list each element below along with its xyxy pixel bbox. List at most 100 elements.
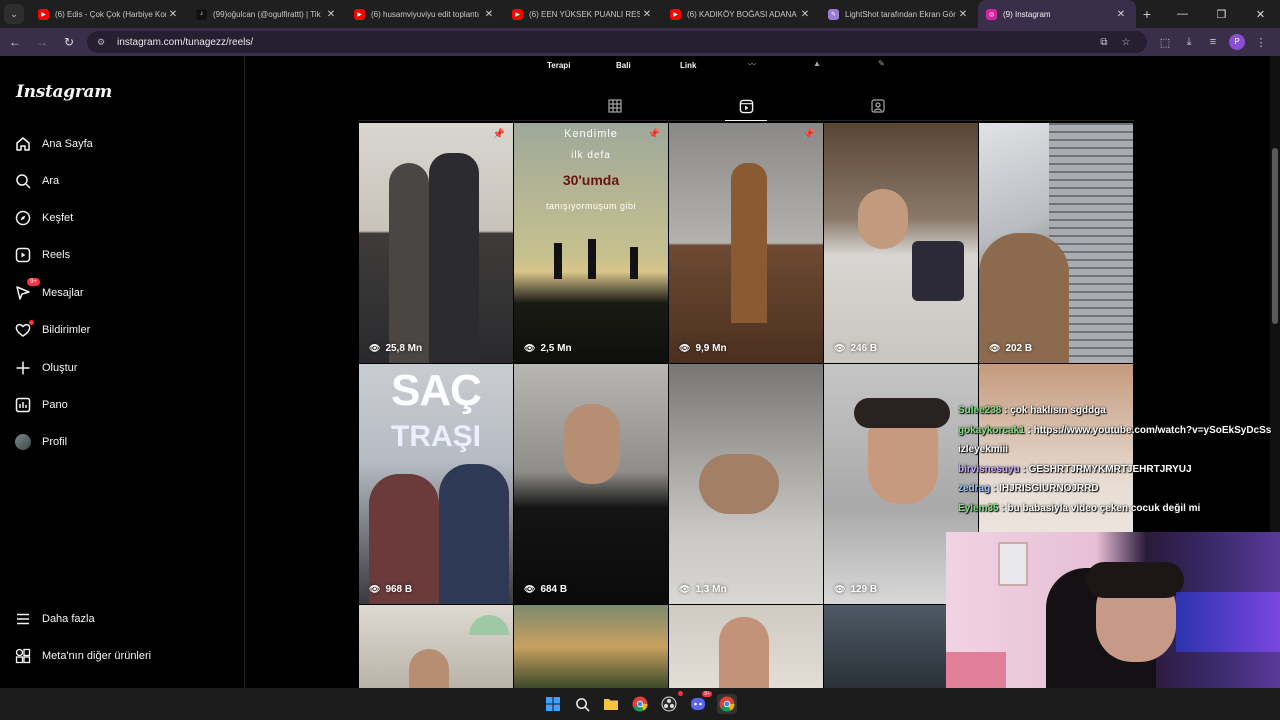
sidebar-more[interactable]: Daha fazla [14, 606, 95, 632]
highlight-wave-icon[interactable]: 〰 [748, 59, 756, 70]
browser-tab[interactable]: ♪ (99)oğulcan (@ogulfirattt) | Tik ✕ [188, 0, 346, 28]
tab-title: (6) Edis - Çok Çok (Harbiye Kon [55, 9, 166, 19]
browser-tab[interactable]: ▶ (6) EEN YÜKSEK PUANLI RESTO✕ [504, 0, 662, 28]
reel-tile[interactable]: 👁 684 B [514, 364, 668, 604]
pin-icon: 📌 [647, 129, 660, 140]
reel-tile[interactable]: 👁 202 B [979, 123, 1133, 363]
browser-tab[interactable]: ▶ (6) Edis - Çok Çok (Harbiye Kon ✕ [30, 0, 188, 28]
chat-username: Eylem35 [958, 502, 999, 514]
stream-chat: Sulee238 : çok haklısın sgddga gokaykorca… [958, 401, 1280, 518]
tab-reels[interactable] [738, 98, 754, 114]
tab-close-icon[interactable]: ✕ [640, 9, 654, 20]
browser-tab[interactable]: ▶ (6) husamviyuviyu edit toplantı ✕ [346, 0, 504, 28]
tab-close-icon[interactable]: ✕ [798, 9, 812, 20]
sidebar-item-label: Mesajlar [42, 287, 84, 299]
discord-icon[interactable]: 9+ [688, 691, 712, 714]
tab-close-icon[interactable]: ✕ [166, 9, 180, 20]
chrome-active-icon[interactable] [717, 694, 737, 714]
reel-tile[interactable]: 📌 👁 9,9 Mn [669, 123, 823, 363]
browser-tab[interactable]: ✎ LightShot tarafından Ekran Gör ✕ [820, 0, 978, 28]
file-explorer-icon[interactable] [601, 694, 621, 714]
tab-posts-grid[interactable] [607, 98, 623, 114]
sidebar-item-label: Ana Sayfa [42, 138, 93, 150]
tab-title: (99)oğulcan (@ogulfirattt) | Tik [213, 9, 321, 19]
sidebar-item-create[interactable]: Oluştur [14, 355, 77, 381]
views-icon: 👁 [524, 584, 536, 594]
views-icon: 👁 [524, 343, 536, 353]
instagram-logo[interactable]: Instagram [16, 82, 112, 102]
views-icon: 👁 [679, 584, 691, 594]
tab-close-icon[interactable]: ✕ [324, 9, 338, 20]
sidebar-item-search[interactable]: Ara [14, 168, 59, 194]
view-count: 2,5 Mn [540, 343, 572, 354]
new-tab-button[interactable]: + [1136, 6, 1158, 22]
sidebar-item-explore[interactable]: Keşfet [14, 205, 73, 231]
reading-list-icon[interactable]: ≡ [1201, 36, 1225, 48]
sidebar-item-dashboard[interactable]: Pano [14, 392, 68, 418]
browser-tab[interactable]: ◎ (9) Instagram ✕ [978, 0, 1136, 28]
reel-overlay-text: SAÇ [391, 366, 482, 415]
reel-tile[interactable]: SAÇ TRAŞI 👁 968 B [359, 364, 513, 604]
chrome-icon[interactable] [630, 694, 650, 714]
windows-start-icon[interactable] [543, 694, 563, 714]
maximize-button[interactable]: ❐ [1202, 0, 1241, 28]
tab-close-icon[interactable]: ✕ [482, 9, 496, 20]
reel-tile[interactable] [359, 605, 513, 688]
highlight-triangle-icon[interactable]: ▲ [813, 59, 821, 68]
highlight-label[interactable]: Bali [616, 61, 631, 70]
reel-overlay-text: TRAŞI [391, 420, 481, 453]
chat-text: IHJRISGIURNOJRRD [999, 483, 1099, 494]
chat-username: Sulee238 [958, 405, 1002, 416]
site-info-icon[interactable]: ⚙ [97, 37, 111, 48]
highlight-label[interactable]: Link [680, 61, 696, 70]
reel-overlay-text: ilk defa [571, 150, 611, 161]
sidebar-item-home[interactable]: Ana Sayfa [14, 131, 93, 157]
bookmark-star-icon[interactable]: ☆ [1115, 37, 1137, 48]
forward-button[interactable]: → [30, 30, 54, 54]
sidebar-item-label: Oluştur [42, 362, 78, 374]
tab-tagged[interactable] [870, 98, 886, 114]
back-button[interactable]: ← [3, 30, 27, 54]
compass-icon [14, 209, 32, 227]
reel-tile[interactable] [514, 605, 668, 688]
reel-tile[interactable]: 👁 1,3 Mn [669, 364, 823, 604]
sidebar-meta-products[interactable]: Meta'nın diğer ürünleri [14, 643, 151, 669]
download-icon[interactable]: ⤓ [1177, 36, 1201, 49]
tab-close-icon[interactable]: ✕ [1114, 9, 1128, 20]
tab-search-button[interactable]: ⌄ [4, 4, 24, 24]
reel-tile[interactable]: Kendimle ilk defa 30'umda tanışıyormuşum… [514, 123, 668, 363]
view-count: 9,9 Mn [695, 343, 727, 354]
view-count: 129 B [850, 584, 878, 595]
minimize-button[interactable]: — [1163, 0, 1202, 28]
dashboard-icon [14, 396, 32, 414]
reel-tile[interactable]: 👁 246 B [824, 123, 978, 363]
reload-button[interactable]: ↻ [57, 30, 81, 54]
active-tab-indicator [725, 120, 767, 121]
plus-icon [14, 359, 32, 377]
reel-tile[interactable]: 📌 👁 25,8 Mn [359, 123, 513, 363]
extensions-icon[interactable]: ⬚ [1153, 36, 1177, 49]
tab-close-icon[interactable]: ✕ [956, 9, 970, 20]
sidebar-item-profile[interactable]: Profil [14, 429, 67, 455]
browser-tab[interactable]: ▶ (6) KADIKÖY BOĞASI ADANA Y ✕ [662, 0, 820, 28]
address-bar[interactable]: ⚙ instagram.com/tunagezz/reels/ ⧉ ☆ [87, 31, 1147, 53]
highlight-feather-icon[interactable]: ✎ [878, 59, 885, 68]
taskbar-search-icon[interactable] [572, 694, 592, 714]
sidebar-item-messages[interactable]: 9+ Mesajlar [14, 278, 84, 306]
notification-dot [29, 320, 34, 325]
profile-avatar-button[interactable]: P [1229, 34, 1245, 50]
reels-icon [14, 246, 32, 264]
install-app-icon[interactable]: ⧉ [1093, 37, 1115, 48]
reel-tile[interactable] [669, 605, 823, 688]
instagram-icon: ◎ [986, 8, 997, 20]
highlight-label[interactable]: Terapi [547, 61, 570, 70]
scrollbar-thumb[interactable] [1272, 148, 1278, 324]
sidebar-item-reels[interactable]: Reels [14, 242, 70, 268]
obs-icon[interactable] [659, 691, 683, 714]
url-text: instagram.com/tunagezz/reels/ [117, 36, 254, 48]
sidebar-item-notifications[interactable]: Bildirimler [14, 317, 90, 343]
chrome-menu-icon[interactable]: ⋮ [1249, 36, 1273, 49]
view-count: 1,3 Mn [695, 584, 727, 595]
tab-title: (6) KADIKÖY BOĞASI ADANA Y [687, 9, 798, 19]
close-window-button[interactable]: ✕ [1241, 0, 1280, 28]
